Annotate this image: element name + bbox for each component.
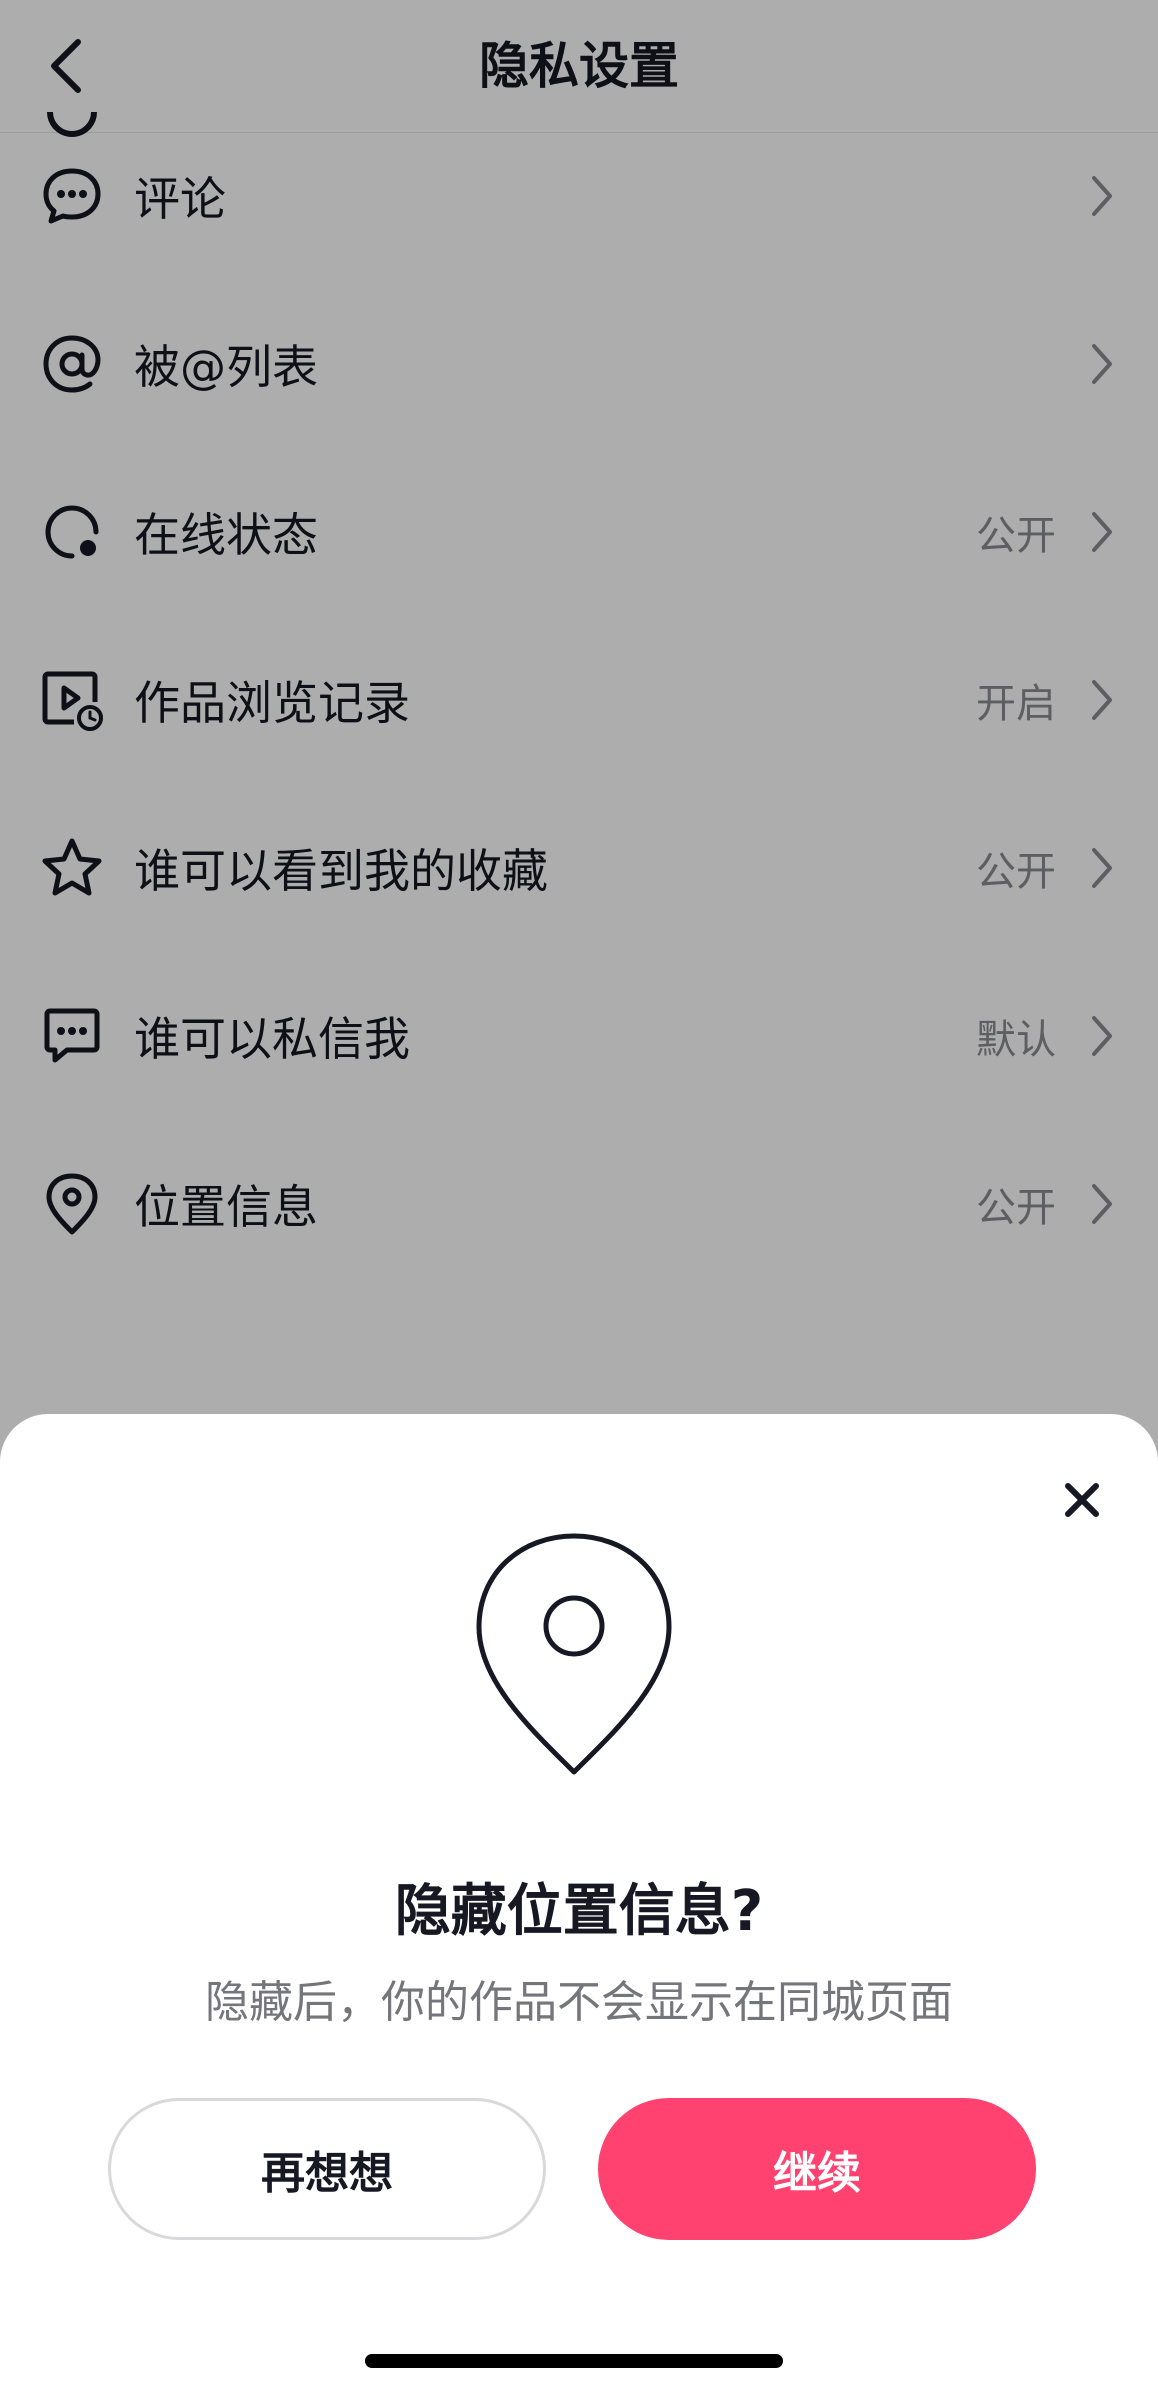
home-indicator bbox=[365, 2354, 783, 2368]
close-icon bbox=[1065, 1483, 1099, 1517]
hide-location-dialog: 隐藏位置信息? 隐藏后，你的作品不会显示在同城页面 再想想 继续 bbox=[0, 1414, 1158, 2392]
location-pin-icon bbox=[474, 1532, 674, 1780]
close-button[interactable] bbox=[1050, 1468, 1114, 1532]
continue-button[interactable]: 继续 bbox=[598, 2098, 1036, 2240]
dialog-title: 隐藏位置信息? bbox=[394, 1879, 764, 1944]
cancel-button[interactable]: 再想想 bbox=[108, 2098, 546, 2240]
dialog-description: 隐藏后，你的作品不会显示在同城页面 bbox=[205, 1977, 953, 2028]
